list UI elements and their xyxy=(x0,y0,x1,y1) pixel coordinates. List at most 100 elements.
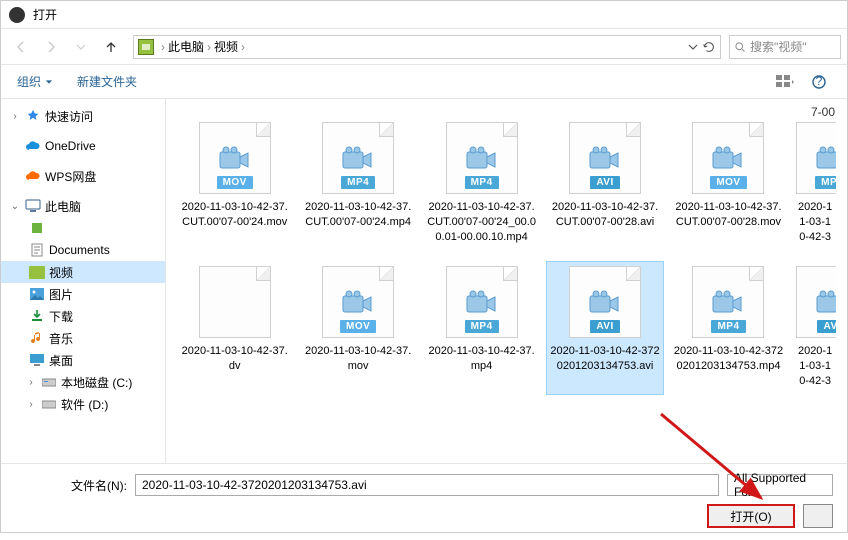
picture-icon xyxy=(29,286,45,302)
format-badge: MOV xyxy=(710,176,746,189)
open-button[interactable]: 打开(O) xyxy=(707,504,795,528)
chevron-down-icon xyxy=(76,42,86,52)
chevron-right-icon: › xyxy=(9,111,21,122)
format-badge: MP4 xyxy=(465,176,499,189)
cancel-button[interactable] xyxy=(803,504,833,528)
file-thumbnail: AVI xyxy=(796,266,837,338)
sidebar-item-pictures[interactable]: 图片 xyxy=(1,283,165,305)
document-icon xyxy=(29,242,45,258)
nav-bar: › 此电脑 › 视频 › 搜索"视频" xyxy=(1,29,847,65)
file-type-filter[interactable]: All Supported For xyxy=(727,474,833,496)
format-badge: AVI xyxy=(590,176,619,189)
arrow-up-icon xyxy=(103,39,119,55)
arrow-left-icon xyxy=(13,39,29,55)
sidebar-this-pc[interactable]: ⌄ 此电脑 xyxy=(1,195,165,217)
back-button[interactable] xyxy=(7,35,35,59)
sidebar-quick-access[interactable]: › 快速访问 xyxy=(1,105,165,127)
file-item[interactable]: AVI 2020-11-03-10-42-37202012031347 xyxy=(793,261,837,395)
pc-icon xyxy=(25,198,41,214)
file-thumbnail: MOV xyxy=(199,122,271,194)
file-name: 2020-11-03-10-42-3720201203134753.avi xyxy=(549,344,660,374)
toolbar: 组织 新建文件夹 ? xyxy=(1,65,847,99)
file-item[interactable]: MP4 2020-11-03-10-42-3720201203134753.mp… xyxy=(670,261,787,395)
file-name: 2020-11-03-10-42-37.mov xyxy=(302,344,413,374)
recent-dropdown[interactable] xyxy=(67,35,95,59)
view-options-button[interactable] xyxy=(773,72,797,92)
sidebar-item-downloads[interactable]: 下载 xyxy=(1,305,165,327)
file-name: 2020-11-03-10-42-37202012031347 xyxy=(796,344,834,390)
file-item[interactable]: MP4 2020-11-03-10-42-37.CUT.00'07-00 xyxy=(793,117,837,251)
help-button[interactable]: ? xyxy=(807,72,831,92)
thumbnails-icon xyxy=(776,75,794,89)
sidebar-item-desktop[interactable]: 桌面 xyxy=(1,349,165,371)
new-folder-button[interactable]: 新建文件夹 xyxy=(77,73,137,90)
file-item[interactable]: MP4 2020-11-03-10-42-37.mp4 xyxy=(423,261,540,395)
up-button[interactable] xyxy=(97,35,125,59)
file-item[interactable]: AVI 2020-11-03-10-42-37.CUT.00'07-00'28.… xyxy=(546,117,663,251)
search-input[interactable]: 搜索"视频" xyxy=(729,35,841,59)
sidebar: › 快速访问 OneDrive WPS网盘 ⌄ xyxy=(1,99,166,463)
format-badge: MOV xyxy=(217,176,253,189)
arrow-right-icon xyxy=(43,39,59,55)
desktop-icon xyxy=(29,352,45,368)
file-name: 2020-11-03-10-42-37.CUT.00'07-00'24_00.0… xyxy=(426,200,537,245)
file-name: 2020-11-03-10-42-37.CUT.00'07-00'24.mov xyxy=(179,200,290,230)
format-badge: MP4 xyxy=(815,176,837,189)
file-name: 2020-11-03-10-42-37.CUT.00'07-00 xyxy=(796,200,834,246)
file-item[interactable]: MOV 2020-11-03-10-42-37.CUT.00'07-00'24.… xyxy=(176,117,293,251)
file-name: 2020-11-03-10-42-37.mp4 xyxy=(426,344,537,374)
menu-down-icon xyxy=(45,78,53,86)
bottom-panel: 文件名(N): All Supported For 打开(O) xyxy=(1,463,847,540)
refresh-icon[interactable] xyxy=(702,40,716,54)
file-item[interactable]: MP4 2020-11-03-10-42-37.CUT.00'07-00'24.… xyxy=(299,117,416,251)
app-icon xyxy=(9,7,25,23)
chevron-down-icon[interactable] xyxy=(688,42,698,52)
file-thumbnail: MP4 xyxy=(446,122,518,194)
video-folder-icon xyxy=(29,264,45,280)
folder-videos-icon xyxy=(138,39,154,55)
search-placeholder: 搜索"视频" xyxy=(750,38,807,55)
chevron-down-icon: ⌄ xyxy=(9,201,21,212)
format-badge: MP4 xyxy=(465,320,499,333)
forward-button[interactable] xyxy=(37,35,65,59)
file-name: 2020-11-03-10-42-3720201203134753.mp4 xyxy=(673,344,784,374)
file-thumbnail: AVI xyxy=(569,266,641,338)
sidebar-item-3d[interactable] xyxy=(1,217,165,239)
sidebar-item-disk-d[interactable]: › 软件 (D:) xyxy=(1,393,165,415)
sidebar-item-music[interactable]: 音乐 xyxy=(1,327,165,349)
sidebar-onedrive[interactable]: OneDrive xyxy=(1,135,165,157)
sidebar-item-videos[interactable]: 视频 xyxy=(1,261,165,283)
filename-label: 文件名(N): xyxy=(65,477,127,494)
chevron-right-icon: › xyxy=(25,399,37,410)
file-name: 2020-11-03-10-42-37.dv xyxy=(179,344,290,374)
file-thumbnail: MP4 xyxy=(692,266,764,338)
file-name: 2020-11-03-10-42-37.CUT.00'07-00'28.avi xyxy=(549,200,660,230)
breadcrumb-sep: › xyxy=(207,40,211,54)
file-item[interactable]: MOV 2020-11-03-10-42-37.CUT.00'07-00'28.… xyxy=(670,117,787,251)
star-icon xyxy=(25,108,41,124)
sidebar-item-disk-c[interactable]: › 本地磁盘 (C:) xyxy=(1,371,165,393)
file-thumbnail: MOV xyxy=(692,122,764,194)
sidebar-wps[interactable]: WPS网盘 xyxy=(1,165,165,187)
file-name: 2020-11-03-10-42-37.CUT.00'07-00'28.mov xyxy=(673,200,784,230)
filename-input[interactable] xyxy=(135,474,719,496)
format-badge: MOV xyxy=(340,320,376,333)
file-item[interactable]: MOV 2020-11-03-10-42-37.mov xyxy=(299,261,416,395)
file-item[interactable]: AVI 2020-11-03-10-42-3720201203134753.av… xyxy=(546,261,663,395)
music-icon xyxy=(29,330,45,346)
title-bar: 打开 xyxy=(1,1,847,29)
object-icon xyxy=(29,220,45,236)
chevron-right-icon: › xyxy=(25,377,37,388)
breadcrumb-root[interactable]: 此电脑 xyxy=(168,38,204,55)
breadcrumb-folder[interactable]: 视频 xyxy=(214,38,238,55)
file-thumbnail: MP4 xyxy=(796,122,837,194)
sidebar-item-documents[interactable]: Documents xyxy=(1,239,165,261)
organize-menu[interactable]: 组织 xyxy=(17,73,53,90)
address-bar[interactable]: › 此电脑 › 视频 › xyxy=(133,35,721,59)
file-list[interactable]: 7-00 MOV 2020-11-03-10-42-37.CUT.00'07-0… xyxy=(166,99,847,463)
file-item[interactable]: MP4 2020-11-03-10-42-37.CUT.00'07-00'24_… xyxy=(423,117,540,251)
file-thumbnail: MP4 xyxy=(322,122,394,194)
file-item[interactable]: 2020-11-03-10-42-37.dv xyxy=(176,261,293,395)
file-thumbnail: MP4 xyxy=(446,266,518,338)
help-icon: ? xyxy=(812,75,826,89)
